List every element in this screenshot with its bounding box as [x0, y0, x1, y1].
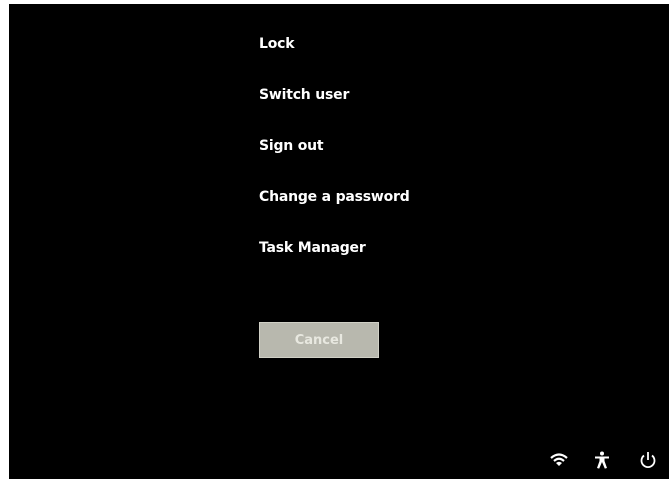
- lock-option[interactable]: Lock: [259, 36, 295, 52]
- power-icon[interactable]: [638, 450, 658, 470]
- sign-out-option[interactable]: Sign out: [259, 138, 324, 154]
- change-password-option[interactable]: Change a password: [259, 189, 410, 205]
- task-manager-option[interactable]: Task Manager: [259, 240, 366, 256]
- cancel-button-label: Cancel: [294, 332, 344, 348]
- security-options-screen: Lock Switch user Sign out Change a passw…: [9, 4, 669, 479]
- cancel-button[interactable]: Cancel: [259, 322, 379, 358]
- switch-user-option[interactable]: Switch user: [259, 87, 349, 103]
- wifi-icon[interactable]: [549, 450, 569, 470]
- accessibility-icon[interactable]: [592, 450, 612, 470]
